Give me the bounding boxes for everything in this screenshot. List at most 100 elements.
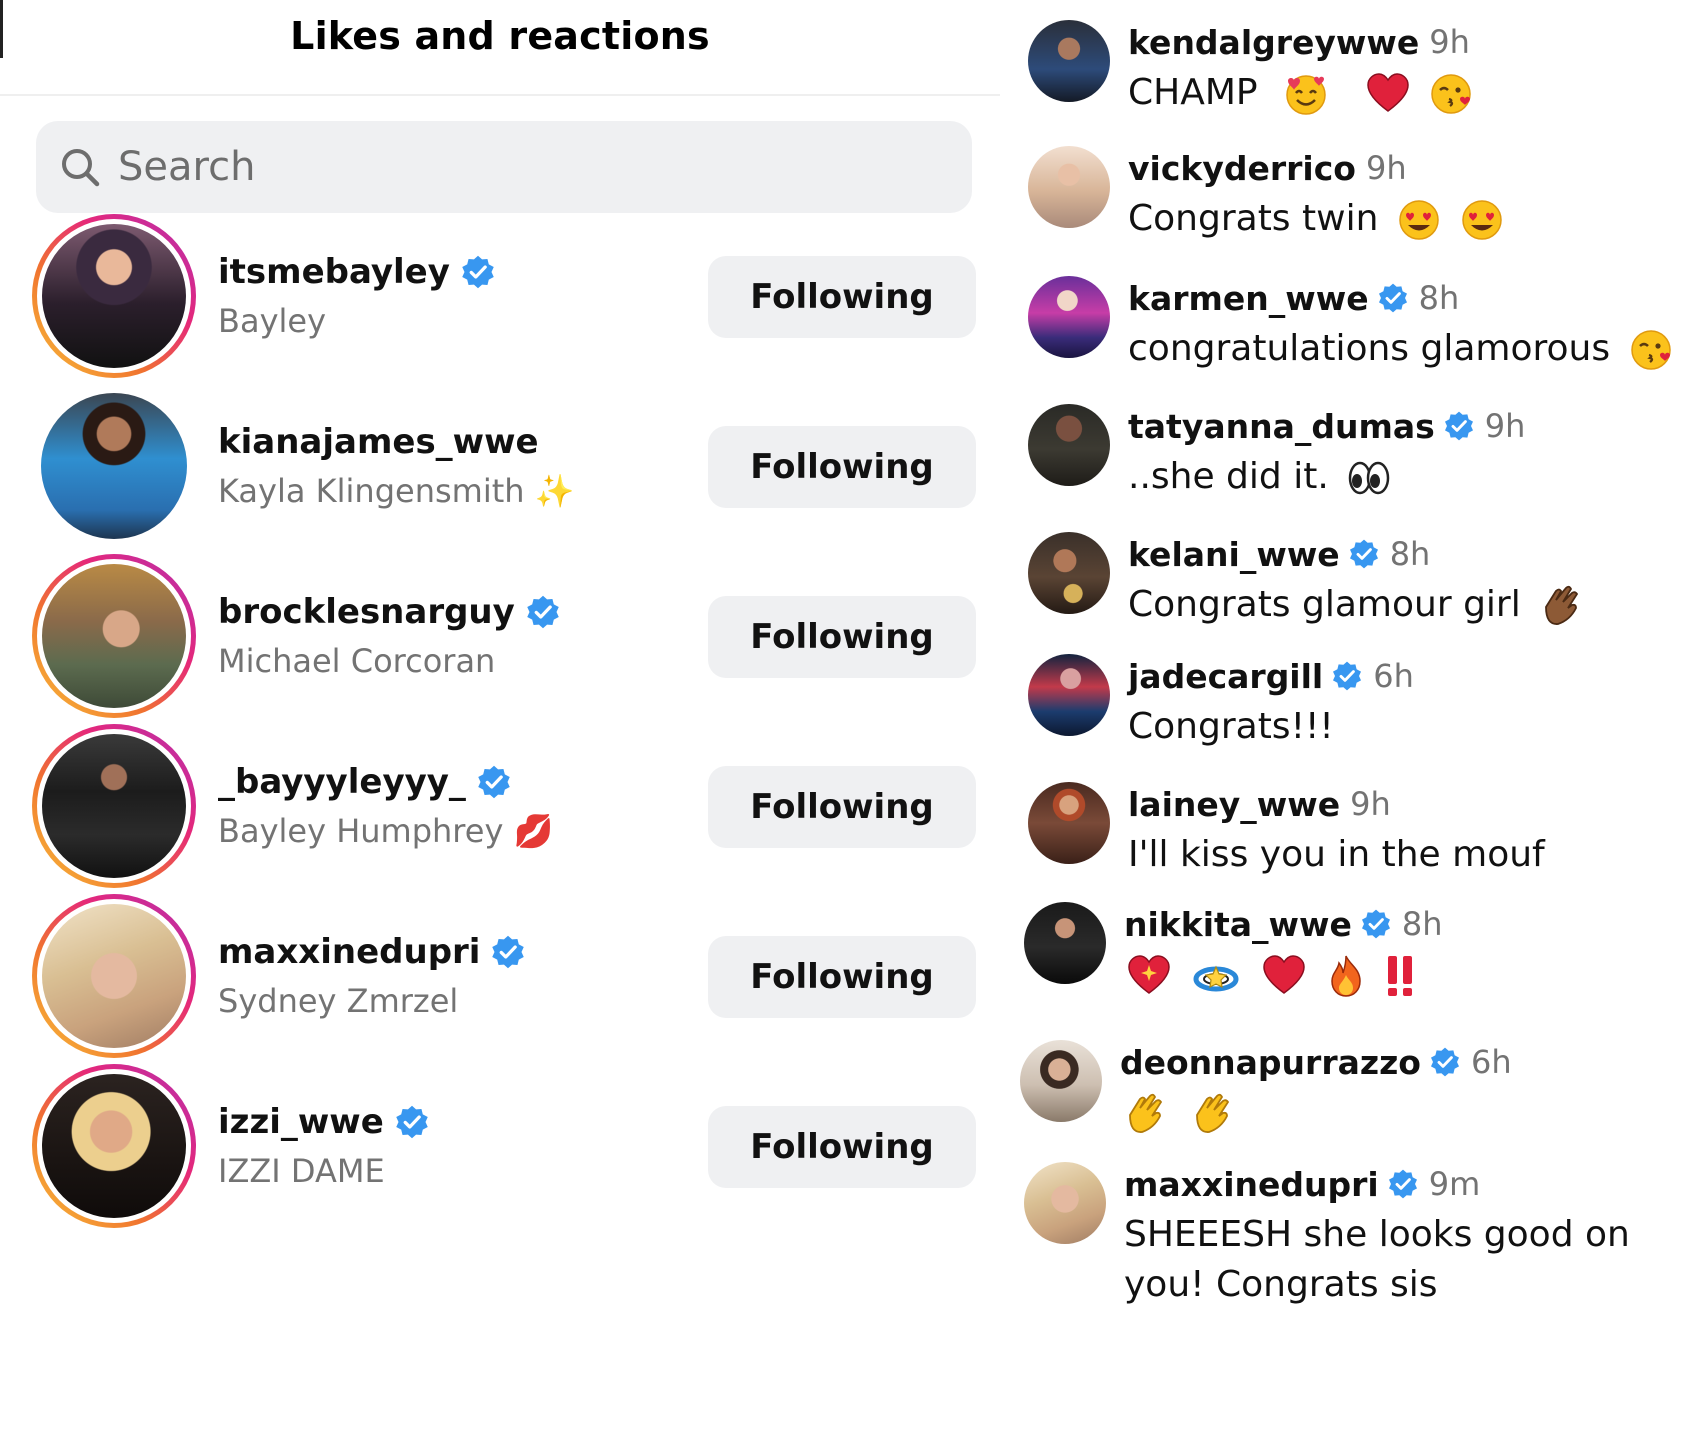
comment-body: Congrats glamour girl — [1128, 580, 1688, 630]
comment-item: deonnapurrazzo 6h — [1000, 1040, 1694, 1150]
avatar-container[interactable] — [32, 384, 196, 548]
full-name: Bayley Humphrey 💋 — [218, 812, 554, 850]
verified-badge-icon — [1378, 283, 1407, 313]
verified-badge-icon — [1361, 909, 1390, 939]
like-row[interactable]: kianajames_wwe Kayla Klingensmith ✨ Foll… — [0, 384, 1000, 554]
comment-time: 9h — [1484, 407, 1526, 445]
comment-username[interactable]: kendalgreywwe — [1128, 23, 1419, 62]
like-row[interactable]: _bayyyleyyy_ Bayley Humphrey 💋 Following — [0, 724, 1000, 894]
verified-badge-icon — [1444, 411, 1473, 441]
comment-body: Congrats twin — [1128, 194, 1688, 244]
verified-badge-icon — [462, 255, 494, 289]
verified-badge-icon — [1430, 1047, 1459, 1077]
verified-badge-icon — [396, 1105, 428, 1139]
following-button[interactable]: Following — [708, 1106, 976, 1188]
like-row[interactable]: maxxinedupri Sydney Zmrzel Following — [0, 894, 1000, 1064]
comment-username[interactable]: deonnapurrazzo — [1120, 1043, 1421, 1082]
search-input[interactable] — [118, 121, 938, 213]
avatar[interactable] — [1020, 1040, 1102, 1122]
comment-username[interactable]: nikkita_wwe — [1124, 905, 1352, 944]
following-button[interactable]: Following — [708, 596, 976, 678]
comment-text: CHAMP — [1128, 72, 1258, 113]
avatar[interactable] — [1028, 146, 1110, 228]
avatar — [42, 904, 186, 1048]
avatar[interactable] — [1024, 902, 1106, 984]
comment-item: maxxinedupri 9m SHEEESH she looks good o… — [1000, 1162, 1694, 1312]
comment-text: Congrats twin — [1128, 198, 1379, 239]
username[interactable]: brocklesnarguy — [218, 592, 515, 632]
panel-header: Likes and reactions — [0, 0, 1000, 96]
comment-time: 9h — [1429, 23, 1470, 61]
avatar — [41, 393, 187, 539]
username[interactable]: maxxinedupri — [218, 932, 480, 972]
comment-username[interactable]: karmen_wwe — [1128, 279, 1369, 318]
username[interactable]: izzi_wwe — [218, 1102, 384, 1142]
like-row[interactable]: izzi_wwe IZZI DAME Following — [0, 1064, 1000, 1234]
full-name: Sydney Zmrzel — [218, 982, 459, 1020]
avatar-story-ring[interactable] — [32, 724, 196, 888]
likes-panel: Likes and reactions itsmebayley Bayley F… — [0, 0, 1000, 1432]
avatar-story-ring[interactable] — [32, 1064, 196, 1228]
avatar-story-ring[interactable] — [32, 214, 196, 378]
kissing-face-icon — [1431, 74, 1471, 114]
comment-time: 9h — [1350, 785, 1391, 823]
avatar[interactable] — [1028, 654, 1110, 736]
avatar-story-ring[interactable] — [32, 554, 196, 718]
verified-badge-icon — [527, 595, 559, 629]
avatar — [42, 734, 186, 878]
comment-username[interactable]: maxxinedupri — [1124, 1165, 1379, 1204]
comment-text: ..she did it. — [1128, 456, 1329, 497]
heart-eyes-icon — [1462, 200, 1503, 240]
avatar[interactable] — [1028, 20, 1110, 102]
comment-item: kelani_wwe 8h Congrats glamour girl — [1000, 532, 1694, 642]
username[interactable]: _bayyyleyyy_ — [218, 762, 466, 802]
full-name: Michael Corcoran — [218, 642, 496, 680]
comment-time: 9m — [1428, 1165, 1481, 1203]
comment-body: Congrats!!! — [1128, 702, 1688, 752]
comment-username[interactable]: vickyderrico — [1128, 149, 1356, 188]
full-name: Kayla Klingensmith ✨ — [218, 472, 575, 510]
following-button[interactable]: Following — [708, 426, 976, 508]
comment-item: vickyderrico 9h Congrats twin — [1000, 146, 1694, 256]
avatar-story-ring[interactable] — [32, 894, 196, 1058]
verified-badge-icon — [1388, 1169, 1417, 1199]
avatar[interactable] — [1028, 276, 1110, 358]
comment-time: 6h — [1470, 1043, 1512, 1081]
username[interactable]: kianajames_wwe — [218, 422, 539, 462]
avatar[interactable] — [1024, 1162, 1106, 1244]
comment-text: SHEEESH she looks good on you! Congrats … — [1124, 1214, 1630, 1305]
like-row[interactable]: itsmebayley Bayley Following — [0, 214, 1000, 384]
comment-body: ..she did it. — [1128, 452, 1688, 502]
heart-eyes-icon — [1399, 200, 1439, 240]
clapping-hands-icon — [1129, 1093, 1163, 1133]
following-button[interactable]: Following — [708, 936, 976, 1018]
comment-username[interactable]: kelani_wwe — [1128, 535, 1340, 574]
comment-body — [1124, 950, 1684, 1000]
comment-time: 8h — [1418, 279, 1460, 317]
username[interactable]: itsmebayley — [218, 252, 450, 292]
comment-username[interactable]: jadecargill — [1128, 657, 1323, 696]
search-bar[interactable] — [36, 121, 972, 213]
page-title: Likes and reactions — [290, 14, 710, 58]
comment-item: jadecargill 6h Congrats!!! — [1000, 654, 1694, 764]
double-exclamation-icon — [1387, 956, 1412, 996]
avatar — [42, 1074, 186, 1218]
avatar[interactable] — [1028, 782, 1110, 864]
following-button[interactable]: Following — [708, 256, 976, 338]
comment-text: Congrats glamour girl — [1128, 584, 1521, 625]
comment-item: nikkita_wwe 8h — [1000, 902, 1694, 1022]
comment-username[interactable]: tatyanna_dumas — [1128, 407, 1435, 446]
following-button[interactable]: Following — [708, 766, 976, 848]
comment-item: karmen_wwe 8h congratulations glamorous — [1000, 276, 1694, 386]
comment-time: 9h — [1365, 149, 1407, 187]
avatar[interactable] — [1028, 532, 1110, 614]
comment-username[interactable]: lainey_wwe — [1128, 785, 1340, 824]
avatar — [42, 224, 186, 368]
full-name: Bayley — [218, 302, 327, 340]
full-name: IZZI DAME — [218, 1152, 385, 1190]
comment-time: 8h — [1389, 535, 1431, 573]
like-row[interactable]: brocklesnarguy Michael Corcoran Followin… — [0, 554, 1000, 724]
comments-panel: kendalgreywwe 9h CHAMP vickyderrico 9h C… — [1000, 0, 1694, 1432]
clapping-hands-dark-icon — [1545, 585, 1579, 625]
avatar[interactable] — [1028, 404, 1110, 486]
